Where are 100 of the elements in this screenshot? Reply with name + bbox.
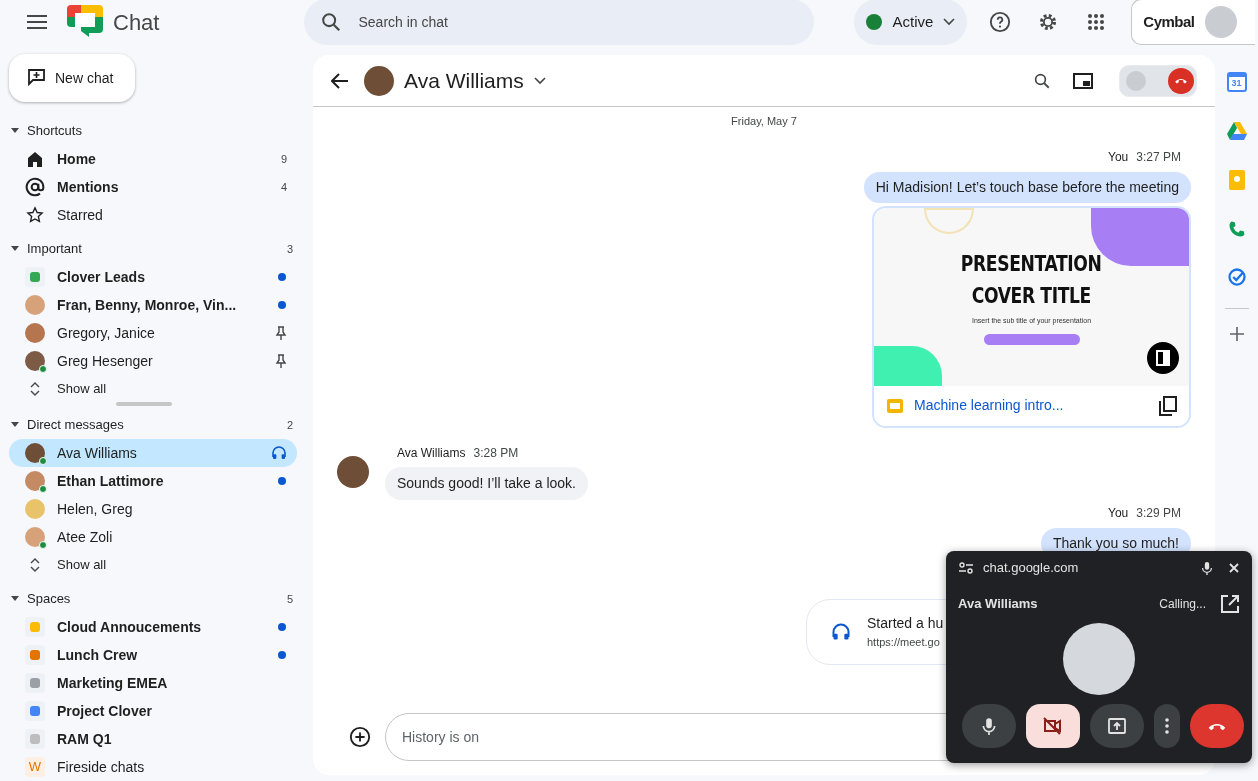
slide-title: PRESENTATION bbox=[961, 249, 1102, 278]
picture-in-picture-icon[interactable] bbox=[1073, 72, 1093, 89]
item-label: Fireside chats bbox=[57, 757, 146, 777]
resize-handle[interactable] bbox=[116, 402, 172, 406]
avatar bbox=[25, 499, 45, 519]
caret-icon[interactable] bbox=[11, 128, 19, 134]
sidebar-item[interactable]: Home 9 bbox=[9, 145, 297, 173]
phone-hang-up-icon bbox=[1207, 721, 1227, 731]
menu-icon[interactable] bbox=[27, 15, 47, 29]
new-chat-button[interactable]: New chat bbox=[9, 54, 135, 102]
section-count: 3 bbox=[286, 241, 293, 257]
hang-up-icon[interactable] bbox=[1168, 67, 1194, 94]
avatar bbox=[1204, 6, 1237, 38]
more-options-button[interactable] bbox=[1154, 704, 1180, 748]
item-label: Mentions bbox=[57, 177, 120, 197]
microphone-button[interactable] bbox=[962, 704, 1016, 748]
more-vertical-icon bbox=[1165, 718, 1169, 734]
item-label: Ethan Lattimore bbox=[57, 471, 165, 491]
sidebar-item[interactable]: Project Clover bbox=[9, 697, 297, 725]
section-count: 5 bbox=[286, 591, 293, 607]
phone-icon[interactable] bbox=[1227, 220, 1246, 238]
section-header[interactable]: Direct messages bbox=[27, 415, 287, 435]
item-label: Clover Leads bbox=[57, 267, 146, 287]
sidebar-item[interactable]: Cloud Annoucements bbox=[9, 613, 297, 641]
account-switcher[interactable]: Cymbal bbox=[1131, 0, 1256, 45]
slide-title: COVER TITLE bbox=[971, 281, 1092, 310]
add-icon[interactable] bbox=[349, 726, 371, 748]
item-label: Cloud Annoucements bbox=[57, 617, 203, 637]
status-button[interactable]: Active bbox=[854, 0, 968, 45]
avatar bbox=[1126, 70, 1146, 91]
section-header[interactable]: Spaces bbox=[27, 589, 287, 609]
sidebar-item[interactable]: Show all bbox=[9, 375, 297, 403]
sidebar-item[interactable]: Show all bbox=[9, 551, 297, 579]
chevron-down-icon[interactable] bbox=[533, 76, 546, 85]
star-icon bbox=[25, 205, 45, 225]
chat-title[interactable]: Ava Williams bbox=[404, 64, 524, 97]
sidebar-item[interactable]: Fran, Benny, Monroe, Vin... bbox=[9, 291, 297, 319]
microphone-icon bbox=[982, 717, 996, 735]
caret-icon[interactable] bbox=[11, 596, 19, 602]
avatar bbox=[25, 443, 45, 463]
check-circle-icon[interactable] bbox=[1227, 268, 1246, 286]
panel-toggle-icon[interactable] bbox=[1147, 341, 1179, 374]
sender-name: You bbox=[1108, 504, 1129, 522]
pin-icon bbox=[275, 326, 287, 340]
call-chip[interactable] bbox=[1119, 64, 1197, 97]
headset-icon bbox=[271, 445, 287, 461]
caret-icon[interactable] bbox=[11, 422, 19, 428]
sidebar-item[interactable]: RAM Q1 bbox=[9, 725, 297, 753]
sidebar-item[interactable]: Starred bbox=[9, 201, 297, 229]
pop-out-icon[interactable] bbox=[1220, 594, 1240, 614]
triangle-logo-icon[interactable] bbox=[1226, 122, 1247, 140]
item-label: Show all bbox=[57, 380, 108, 399]
avatar bbox=[25, 323, 45, 343]
camera-off-button[interactable] bbox=[1026, 704, 1080, 748]
space-icon bbox=[25, 673, 45, 693]
sidebar-item[interactable]: W Fireside chats bbox=[9, 753, 297, 781]
avatar bbox=[25, 351, 45, 371]
back-arrow-icon[interactable] bbox=[331, 72, 349, 89]
tune-icon[interactable] bbox=[959, 562, 973, 574]
copy-icon[interactable] bbox=[1159, 395, 1177, 416]
item-label: Atee Zoli bbox=[57, 527, 114, 547]
sidebar-item[interactable]: Greg Hesenger bbox=[9, 347, 297, 375]
sidebar-item[interactable]: Clover Leads bbox=[9, 263, 297, 291]
space-icon bbox=[25, 617, 45, 637]
chat-logo-icon bbox=[67, 5, 103, 39]
apps-grid-icon[interactable] bbox=[1087, 13, 1106, 31]
item-label: Greg Hesenger bbox=[57, 351, 154, 371]
sidebar-item[interactable]: Ava Williams bbox=[9, 439, 297, 467]
sidebar-item[interactable]: Mentions 4 bbox=[9, 173, 297, 201]
site-address: chat.google.com bbox=[983, 559, 1080, 578]
sidebar-item[interactable]: Gregory, Janice bbox=[9, 319, 297, 347]
headset-icon bbox=[831, 622, 851, 642]
huddle-link[interactable]: https://meet.go bbox=[867, 634, 944, 651]
search-icon[interactable] bbox=[1033, 71, 1051, 90]
home-icon bbox=[25, 149, 45, 169]
caret-icon[interactable] bbox=[11, 246, 19, 252]
calendar-icon[interactable]: 31 bbox=[1226, 72, 1247, 92]
hang-up-button[interactable] bbox=[1190, 704, 1244, 748]
avatar bbox=[337, 455, 369, 488]
search-field[interactable]: Search in chat bbox=[304, 0, 815, 45]
section-header[interactable]: Shortcuts bbox=[27, 121, 293, 141]
huddle-text: Started a hu bbox=[867, 614, 944, 634]
pin-icon bbox=[275, 354, 287, 368]
sidebar-item[interactable]: Helen, Greg bbox=[9, 495, 297, 523]
upload-screen-icon bbox=[1108, 718, 1126, 734]
message-bubble: Sounds good! I’ll take a look. bbox=[385, 466, 588, 500]
present-screen-button[interactable] bbox=[1090, 704, 1144, 748]
space-icon bbox=[25, 701, 45, 721]
sidebar-item[interactable]: Lunch Crew bbox=[9, 641, 297, 669]
sidebar-item[interactable]: Atee Zoli bbox=[9, 523, 297, 551]
help-icon[interactable] bbox=[989, 11, 1012, 33]
avatar bbox=[25, 527, 45, 547]
sidebar-item[interactable]: Marketing EMEA bbox=[9, 669, 297, 697]
file-name-link[interactable]: Machine learning intro... bbox=[914, 395, 1149, 416]
section-header[interactable]: Important bbox=[27, 239, 287, 259]
item-label: Starred bbox=[57, 205, 104, 225]
new-chat-icon bbox=[27, 68, 47, 88]
close-icon[interactable] bbox=[1229, 563, 1239, 573]
sidebar-item[interactable]: Ethan Lattimore bbox=[9, 467, 297, 495]
unread-count: 9 bbox=[280, 151, 287, 167]
